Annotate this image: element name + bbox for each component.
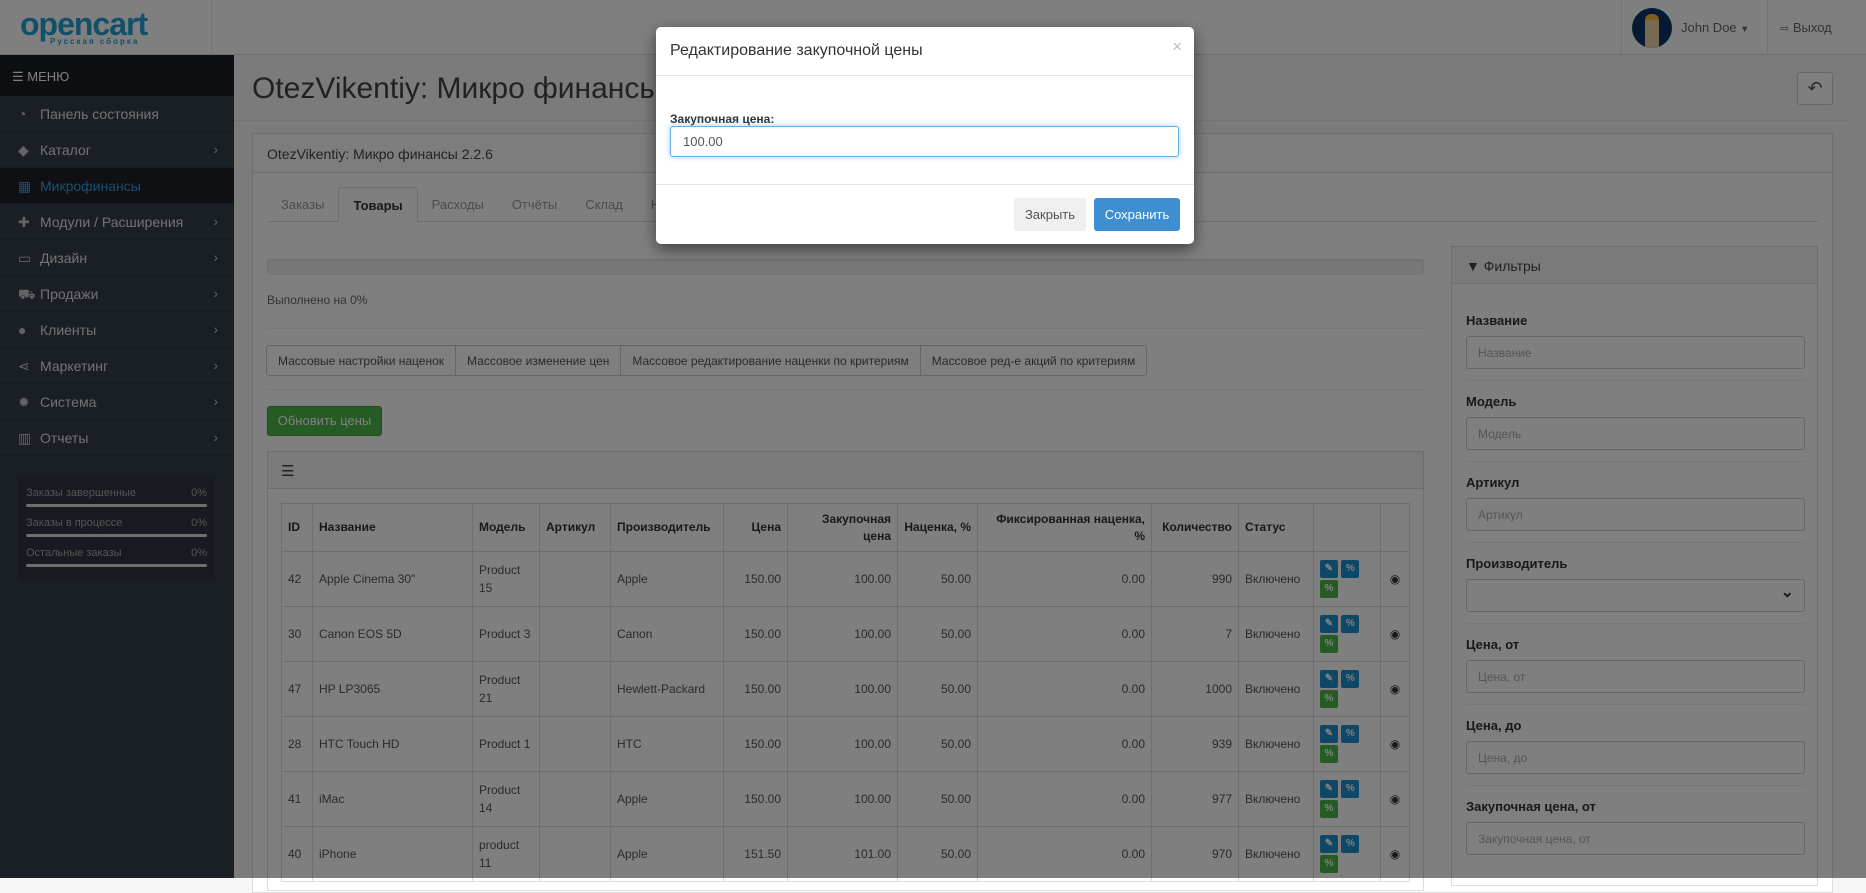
edit-purchase-price-modal: Редактирование закупочной цены × Закупочн…: [656, 27, 1194, 244]
close-icon[interactable]: ×: [1172, 37, 1182, 57]
modal-title: Редактирование закупочной цены: [670, 42, 923, 59]
close-button[interactable]: Закрыть: [1014, 198, 1086, 231]
divider: [656, 184, 1194, 185]
purchase-price-label: Закупочная цена:: [670, 112, 775, 126]
purchase-price-input[interactable]: [670, 126, 1179, 157]
save-button[interactable]: Сохранить: [1094, 198, 1180, 231]
